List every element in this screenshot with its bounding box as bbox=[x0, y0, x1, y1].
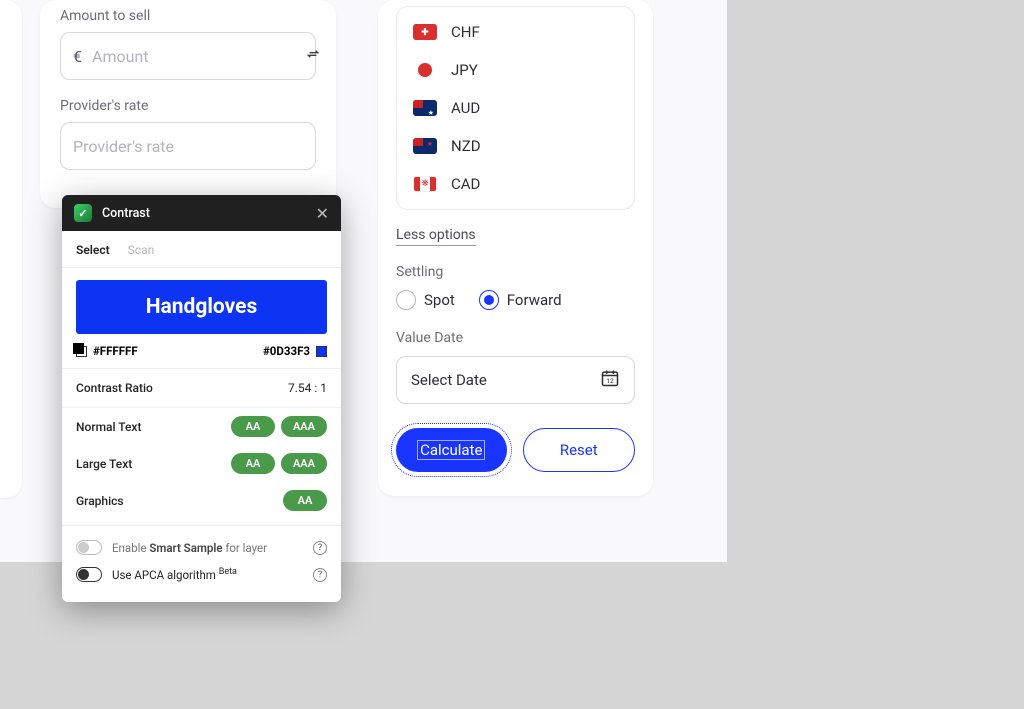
check-label: Normal Text bbox=[76, 420, 141, 434]
fg-hex: #FFFFFF bbox=[93, 344, 138, 358]
plugin-app-icon bbox=[74, 204, 92, 222]
options-card: CHF JPY AUD NZD ❋ CAD Less options Settl… bbox=[378, 0, 653, 496]
calendar-icon: 12 bbox=[600, 368, 620, 392]
text-fragment: Enable bbox=[112, 541, 149, 555]
plugin-tabs: Select Scan bbox=[62, 231, 341, 268]
radio-circle-icon bbox=[396, 290, 416, 310]
swap-icon[interactable] bbox=[305, 46, 321, 66]
pass-pill: AA bbox=[231, 416, 275, 437]
radio-circle-icon bbox=[479, 290, 499, 310]
check-large-text: Large Text AA AAA bbox=[62, 445, 341, 482]
currency-item-jpy[interactable]: JPY bbox=[397, 51, 634, 89]
currency-item-aud[interactable]: AUD bbox=[397, 89, 634, 127]
radio-label: Spot bbox=[424, 291, 455, 309]
toggle-apca[interactable] bbox=[76, 567, 102, 582]
bg-swatch[interactable]: #0D33F3 bbox=[263, 344, 327, 358]
ratio-value: 7.54 : 1 bbox=[288, 381, 327, 395]
value-date-input[interactable]: Select Date 12 bbox=[396, 356, 635, 404]
calculate-button[interactable]: Calculate bbox=[396, 428, 507, 472]
settling-radio-group: Spot Forward bbox=[396, 290, 635, 310]
amount-label: Amount to sell bbox=[60, 8, 316, 24]
apca-option: Use APCA algorithm Beta ? bbox=[76, 561, 327, 588]
currency-item-nzd[interactable]: NZD bbox=[397, 127, 634, 165]
close-icon[interactable]: ✕ bbox=[316, 204, 329, 223]
pass-pill: AA bbox=[231, 453, 275, 474]
text-fragment: Beta bbox=[219, 567, 237, 577]
button-row: Calculate Reset bbox=[396, 428, 635, 472]
currency-symbol: € bbox=[73, 47, 82, 66]
toggle-smart-sample[interactable] bbox=[76, 540, 102, 555]
plugin-footer: Enable Smart Sample for layer ? Use APCA… bbox=[62, 525, 341, 602]
amount-input-wrap[interactable]: € bbox=[60, 32, 316, 80]
bg-hex: #0D33F3 bbox=[263, 344, 310, 358]
radio-label: Forward bbox=[507, 291, 562, 309]
swatch-chip-icon bbox=[316, 346, 327, 357]
date-placeholder: Select Date bbox=[411, 371, 487, 389]
check-label: Large Text bbox=[76, 457, 132, 471]
pass-pill: AA bbox=[283, 490, 327, 511]
currency-code: CAD bbox=[451, 175, 480, 193]
radio-spot[interactable]: Spot bbox=[396, 290, 455, 310]
text-fragment: Use APCA algorithm bbox=[112, 568, 219, 582]
rate-label: Provider's rate bbox=[60, 98, 316, 114]
flag-jp-icon bbox=[418, 63, 432, 77]
currency-code: NZD bbox=[451, 137, 481, 155]
help-icon[interactable]: ? bbox=[313, 541, 327, 555]
amount-input[interactable] bbox=[92, 47, 295, 66]
plugin-title: Contrast bbox=[102, 206, 306, 221]
reset-label: Reset bbox=[560, 441, 598, 459]
value-date-label: Value Date bbox=[396, 330, 635, 346]
text-fragment: Smart Sample bbox=[149, 541, 222, 555]
check-normal-text: Normal Text AA AAA bbox=[62, 408, 341, 445]
ratio-row: Contrast Ratio 7.54 : 1 bbox=[62, 369, 341, 408]
text-fragment: for layer bbox=[223, 541, 268, 555]
rate-input-wrap[interactable] bbox=[60, 122, 316, 170]
smart-sample-text: Enable Smart Sample for layer bbox=[112, 541, 267, 555]
pass-pill: AAA bbox=[281, 416, 327, 437]
contrast-plugin-panel: Contrast ✕ Select Scan Handgloves #FFFFF… bbox=[62, 195, 341, 602]
radio-dot-icon bbox=[484, 295, 494, 305]
flag-ch-icon bbox=[413, 24, 437, 40]
calculate-label: Calculate bbox=[417, 440, 485, 460]
apca-text: Use APCA algorithm Beta bbox=[112, 567, 237, 582]
sample-preview: Handgloves bbox=[76, 280, 327, 334]
currency-item-cad[interactable]: ❋ CAD bbox=[397, 165, 634, 203]
ratio-label: Contrast Ratio bbox=[76, 381, 153, 395]
check-label: Graphics bbox=[76, 494, 124, 508]
smart-sample-option: Enable Smart Sample for layer ? bbox=[76, 534, 327, 561]
pass-pill: AAA bbox=[281, 453, 327, 474]
radio-forward[interactable]: Forward bbox=[479, 290, 562, 310]
check-graphics: Graphics AA bbox=[62, 482, 341, 519]
form-card: Amount to sell € Provider's rate bbox=[40, 0, 336, 208]
currency-code: CHF bbox=[451, 23, 480, 41]
card-sliver bbox=[0, 0, 22, 498]
settling-label: Settling bbox=[396, 264, 635, 280]
currency-code: JPY bbox=[451, 61, 478, 79]
rate-input[interactable] bbox=[73, 137, 303, 156]
svg-text:12: 12 bbox=[606, 377, 614, 385]
flag-nz-icon bbox=[413, 138, 437, 154]
plugin-header[interactable]: Contrast ✕ bbox=[62, 195, 341, 231]
currency-list: CHF JPY AUD NZD ❋ CAD bbox=[396, 6, 635, 210]
less-options-link[interactable]: Less options bbox=[396, 227, 476, 246]
tab-select[interactable]: Select bbox=[76, 243, 110, 257]
flag-au-icon bbox=[413, 100, 437, 116]
flag-ca-icon: ❋ bbox=[413, 176, 437, 192]
help-icon[interactable]: ? bbox=[313, 568, 327, 582]
currency-item-chf[interactable]: CHF bbox=[397, 13, 634, 51]
reset-button[interactable]: Reset bbox=[523, 428, 636, 472]
swatch-chip-icon bbox=[76, 346, 87, 357]
swatch-row: #FFFFFF #0D33F3 bbox=[62, 340, 341, 369]
tab-scan[interactable]: Scan bbox=[128, 243, 155, 257]
currency-code: AUD bbox=[451, 99, 480, 117]
fg-swatch[interactable]: #FFFFFF bbox=[76, 344, 138, 358]
